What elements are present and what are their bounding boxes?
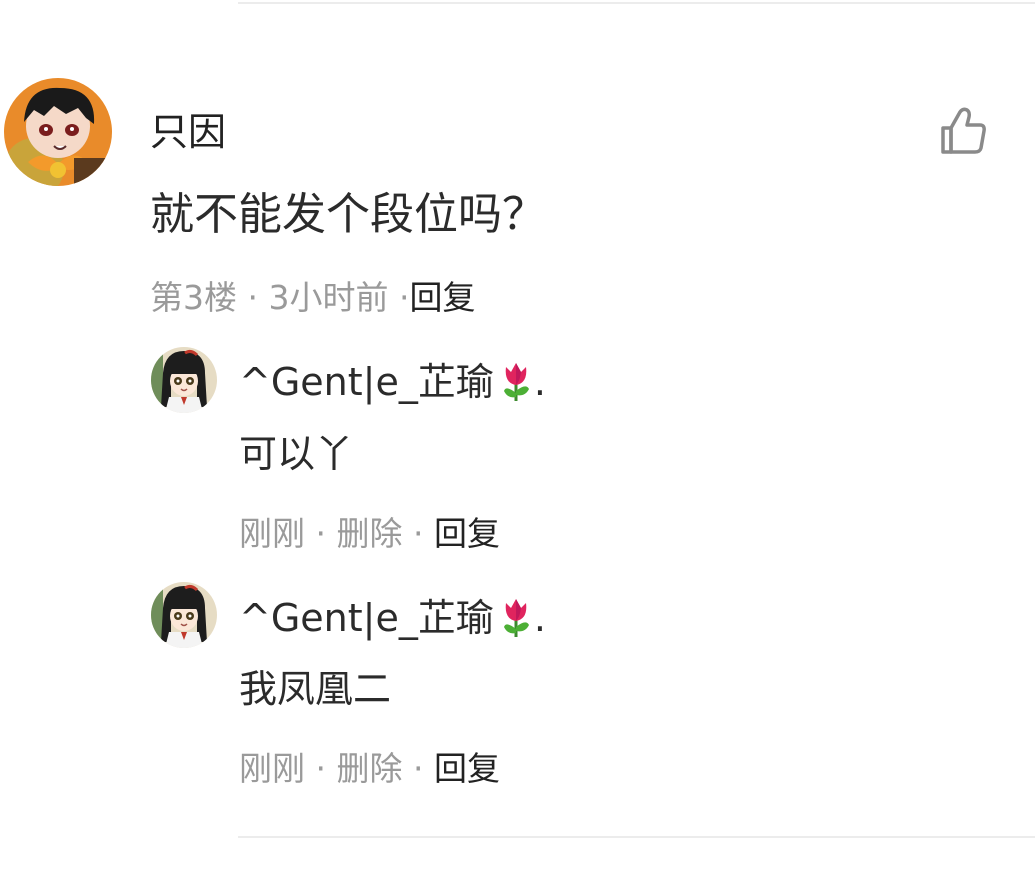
tulip-icon bbox=[498, 361, 534, 401]
reply-text: 我凤凰二 bbox=[239, 667, 392, 711]
username-suffix: . bbox=[533, 596, 546, 640]
reply-username-text: ^Gent|e_芷瑜 bbox=[239, 360, 494, 404]
meta-separator: · bbox=[402, 749, 434, 788]
comment-time: 3小时前 bbox=[268, 278, 389, 317]
username-suffix: . bbox=[533, 360, 546, 404]
user-avatar-icon[interactable] bbox=[4, 78, 112, 186]
comment-thread: 只因 就不能发个段位吗？ 第3楼 · 3小时前 ·回复 ^Gent|e_芷瑜 .… bbox=[0, 0, 1035, 895]
comment-username[interactable]: 只因 bbox=[150, 108, 226, 156]
reply-time: 刚刚 bbox=[239, 749, 305, 788]
reply-username[interactable]: ^Gent|e_芷瑜 . bbox=[239, 594, 546, 642]
reply-meta: 刚刚 · 删除 · 回复 bbox=[239, 513, 500, 555]
reply-text: 可以丫 bbox=[239, 432, 354, 476]
reply-time: 刚刚 bbox=[239, 514, 305, 553]
comment-meta: 第3楼 · 3小时前 ·回复 bbox=[150, 277, 475, 319]
reply-meta: 刚刚 · 删除 · 回复 bbox=[239, 748, 500, 790]
meta-separator: · bbox=[402, 514, 434, 553]
meta-separator: · bbox=[388, 278, 410, 317]
reply-username[interactable]: ^Gent|e_芷瑜 . bbox=[239, 358, 546, 406]
tulip-icon bbox=[498, 597, 534, 637]
thumbs-up-icon[interactable] bbox=[936, 104, 990, 158]
delete-button[interactable]: 删除 bbox=[336, 514, 402, 553]
floor-label: 第3楼 bbox=[150, 278, 237, 317]
reply-username-text: ^Gent|e_芷瑜 bbox=[239, 596, 494, 640]
reply-button[interactable]: 回复 bbox=[409, 278, 475, 317]
reply-button[interactable]: 回复 bbox=[434, 749, 500, 788]
reply-avatar-icon[interactable] bbox=[151, 582, 217, 648]
meta-separator: · bbox=[305, 749, 337, 788]
reply-avatar-icon[interactable] bbox=[151, 347, 217, 413]
reply-button[interactable]: 回复 bbox=[434, 514, 500, 553]
top-divider bbox=[238, 2, 1035, 4]
bottom-divider bbox=[238, 836, 1035, 838]
delete-button[interactable]: 删除 bbox=[336, 749, 402, 788]
comment-text: 就不能发个段位吗？ bbox=[150, 189, 546, 240]
meta-separator: · bbox=[237, 278, 269, 317]
meta-separator: · bbox=[305, 514, 337, 553]
